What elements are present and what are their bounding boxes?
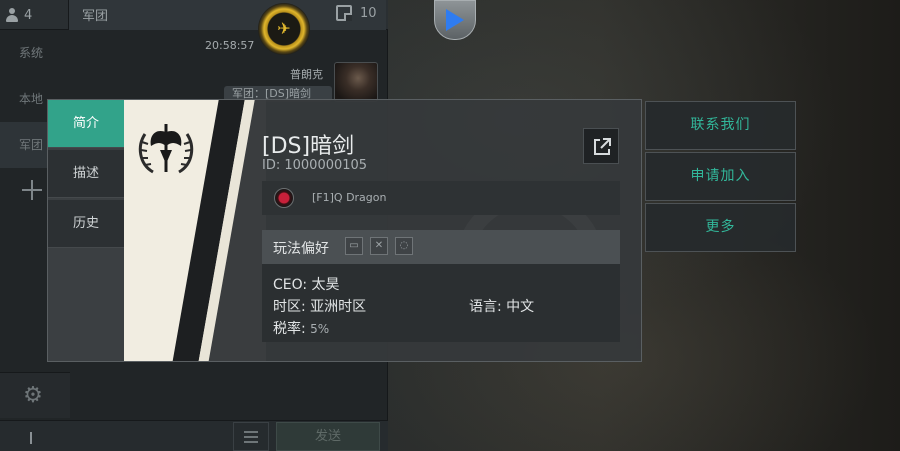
monitor-icon[interactable]: ▭: [345, 237, 363, 255]
contact-button[interactable]: 联系我们: [645, 101, 796, 150]
text-cursor: [30, 432, 32, 444]
menu-line: [244, 436, 258, 438]
tax-value: 5%: [310, 322, 330, 336]
menu-line: [244, 431, 258, 433]
send-button[interactable]: 发送: [276, 422, 380, 451]
channel-system[interactable]: 系统: [0, 30, 68, 76]
language-text: 语言: 中文: [469, 299, 535, 315]
apply-join-button[interactable]: 申请加入: [645, 152, 796, 201]
corp-id: ID: 1000000105: [262, 158, 368, 173]
online-players[interactable]: 4: [4, 4, 32, 26]
person-icon: [4, 7, 20, 23]
fish-icon: ✈: [277, 19, 291, 38]
ceo-text: CEO: 太昊: [273, 277, 340, 293]
corp-badge-icon[interactable]: ✈: [258, 3, 310, 55]
timezone-text: 时区: 亚洲时区: [273, 299, 367, 315]
corp-banner: [124, 100, 266, 361]
tab-history[interactable]: 历史: [48, 200, 124, 248]
document-icon: [336, 5, 352, 21]
tab-intro[interactable]: 简介: [48, 100, 124, 148]
corp-emblem-icon: [138, 124, 194, 174]
target-icon[interactable]: ◌: [395, 237, 413, 255]
unread-count: 10: [360, 5, 377, 21]
player-count: 4: [24, 7, 33, 23]
settings-area: ⚙: [0, 372, 70, 418]
external-link-icon: [594, 138, 611, 155]
dialog-tabs: 简介 描述 历史: [48, 100, 124, 361]
tax-label: 税率:: [273, 321, 306, 337]
menu-line: [244, 441, 258, 443]
alliance-icon: [274, 188, 294, 208]
message-sender: 普朗克: [290, 68, 323, 81]
share-button[interactable]: [583, 128, 619, 164]
message-time: 20:58:57: [205, 39, 255, 52]
tab-description[interactable]: 描述: [48, 150, 124, 198]
add-channel-icon[interactable]: [22, 180, 42, 200]
chat-tab-label: 军团: [82, 9, 109, 24]
gear-icon[interactable]: ⚙: [22, 385, 44, 407]
crossed-swords-icon[interactable]: ✕: [370, 237, 388, 255]
unread-counter[interactable]: 10: [336, 5, 377, 21]
preferences-label: 玩法偏好: [273, 241, 329, 257]
play-icon: [446, 9, 464, 31]
menu-button[interactable]: [233, 422, 269, 451]
play-tab[interactable]: [434, 0, 476, 40]
corp-name: [DS]暗剑: [262, 134, 355, 159]
alliance-name: [F1]Q Dragon: [312, 191, 387, 204]
tax-row: 税率: 5%: [273, 318, 329, 338]
more-button[interactable]: 更多: [645, 203, 796, 252]
avatar[interactable]: [334, 62, 378, 102]
